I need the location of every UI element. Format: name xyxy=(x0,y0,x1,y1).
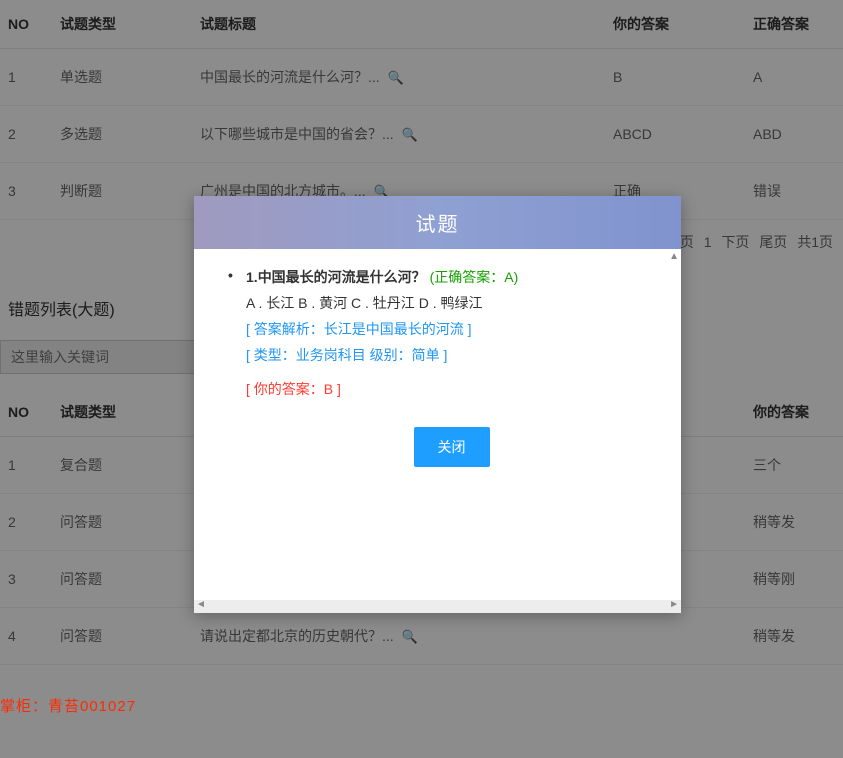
question-category: [ 类型：业务岗科目 级别：简单 ] xyxy=(246,345,657,365)
correct-answer-label: (正确答案：A) xyxy=(430,269,519,285)
close-button[interactable]: 关闭 xyxy=(414,427,490,467)
your-answer-label: [ 你的答案：B ] xyxy=(246,379,657,399)
question-options: A . 长江 B . 黄河 C . 牡丹江 D . 鸭绿江 xyxy=(246,293,657,313)
watermark-text: 掌柜：青苔001027 xyxy=(0,695,136,716)
answer-analysis: [ 答案解析：长江是中国最长的河流 ] xyxy=(246,319,657,339)
question-detail-modal: 试题 ▲ 1.中国最长的河流是什么河？ (正确答案：A) A . 长江 B . … xyxy=(194,196,681,613)
horizontal-scrollbar[interactable] xyxy=(194,600,681,613)
modal-title: 试题 xyxy=(194,196,681,249)
scroll-up-icon[interactable]: ▲ xyxy=(669,251,679,262)
